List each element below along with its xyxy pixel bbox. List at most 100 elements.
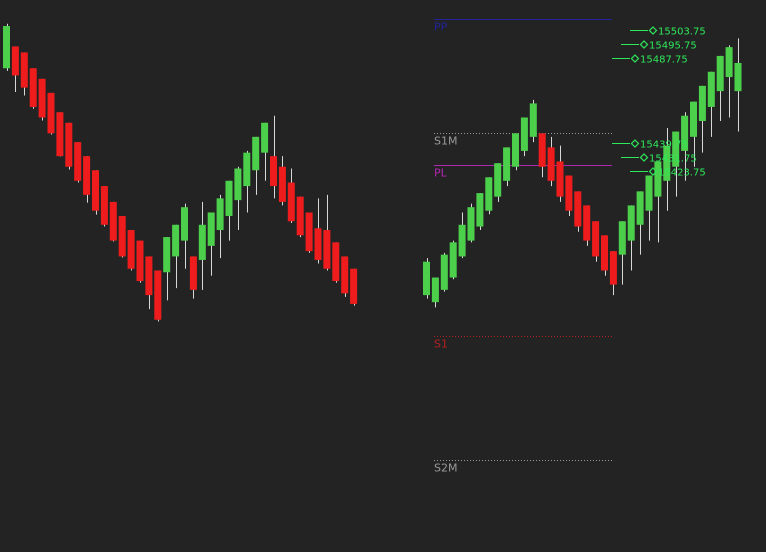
candle-body-down: [287, 182, 295, 222]
candle-body-up: [181, 207, 188, 241]
candle: [100, 186, 108, 227]
candle: [574, 191, 582, 232]
candle: [440, 252, 448, 292]
candle: [476, 193, 484, 231]
diamond-icon: [639, 153, 649, 162]
candle: [734, 38, 742, 132]
candle-body-up: [225, 180, 233, 216]
candle: [547, 136, 555, 187]
candle-body-down: [314, 228, 322, 260]
candle-body-up: [252, 136, 260, 171]
candle: [278, 156, 286, 206]
candle-body-down: [20, 52, 28, 88]
candle-body-up: [216, 198, 224, 231]
level-label-s1m: S1M: [434, 135, 457, 148]
candle: [332, 242, 340, 283]
candle-body-down: [341, 256, 349, 294]
candle: [261, 122, 269, 181]
candle: [305, 212, 313, 253]
candle: [92, 170, 99, 215]
candle: [485, 177, 493, 215]
candle: [234, 166, 242, 231]
candle: [350, 268, 358, 306]
candle-body-down: [154, 270, 162, 320]
candle-body-down: [565, 175, 573, 211]
candle: [20, 52, 28, 96]
candle-body-down: [332, 242, 340, 282]
target-label: 15423.75: [658, 168, 706, 179]
candle-body-up: [243, 152, 251, 187]
candle-body-up: [449, 242, 457, 278]
candle-body-down: [609, 251, 617, 285]
candle: [716, 55, 724, 122]
candle-body-up: [423, 261, 430, 296]
candle: [431, 277, 439, 308]
candle: [216, 194, 224, 259]
candle: [627, 205, 635, 271]
diamond-icon: [648, 26, 658, 35]
candle-body-down: [109, 201, 117, 241]
candle-body-up: [467, 207, 475, 241]
candle-body-up: [485, 177, 493, 211]
candle-body-down: [583, 205, 591, 241]
candle-body-up: [707, 71, 715, 107]
candle-body-up: [716, 55, 724, 92]
candle-body-up: [261, 122, 269, 153]
candle: [538, 133, 546, 178]
target-label: 15503.75: [658, 27, 706, 38]
candle: [163, 237, 171, 301]
candle: [225, 180, 233, 241]
candle: [725, 45, 733, 118]
renko-chart[interactable]: PP S1M PL S1 S2M 15503.75 15495.75 15487.75 154…: [0, 0, 766, 552]
candle: [296, 196, 304, 238]
candle-body-up: [618, 221, 626, 255]
candle-body-up: [207, 212, 215, 246]
candle-body-down: [11, 46, 19, 76]
candle: [601, 235, 608, 276]
candle-body-down: [74, 142, 82, 181]
candle: [449, 240, 457, 280]
candle: [56, 112, 64, 157]
candle: [38, 78, 46, 121]
candle: [512, 133, 519, 171]
candle: [198, 201, 206, 290]
candle-body-down: [270, 156, 277, 187]
candle-body-up: [163, 237, 171, 273]
price-chart-canvas[interactable]: PP S1M PL S1 S2M 15503.75 15495.75 15487.75 154…: [0, 0, 766, 552]
candle-body-up: [636, 191, 644, 225]
candle-body-down: [127, 230, 135, 269]
candle-body-up: [520, 117, 528, 151]
level-label-s2m: S2M: [434, 462, 457, 475]
candle: [127, 230, 135, 271]
candle: [645, 175, 653, 241]
level-label-pl: PL: [434, 167, 448, 180]
candle: [565, 175, 573, 216]
candle-body-down: [189, 256, 197, 290]
candle-body-down: [278, 166, 286, 202]
candle: [270, 115, 277, 199]
candle-body-down: [92, 170, 99, 211]
candle: [252, 136, 260, 195]
candle: [136, 240, 144, 283]
candle-body-down: [100, 186, 108, 225]
candle: [698, 85, 706, 153]
candle: [494, 163, 502, 202]
diamond-icon: [630, 54, 640, 63]
target-label: 15431.75: [649, 154, 697, 165]
candle-body-down: [556, 161, 564, 197]
candle: [74, 142, 82, 183]
candle: [109, 201, 117, 242]
candle: [636, 191, 644, 255]
candle-body-up: [494, 163, 502, 197]
candle-body-up: [503, 147, 511, 181]
candle: [189, 256, 197, 299]
candle-body-down: [538, 133, 546, 167]
candle: [609, 251, 617, 296]
candle: [423, 258, 430, 299]
candle: [243, 150, 251, 213]
candle-body-down: [118, 215, 126, 257]
candle-body-down: [47, 92, 55, 134]
candle: [341, 256, 349, 297]
candle-body-up: [3, 26, 10, 69]
candle-body-down: [323, 230, 331, 269]
